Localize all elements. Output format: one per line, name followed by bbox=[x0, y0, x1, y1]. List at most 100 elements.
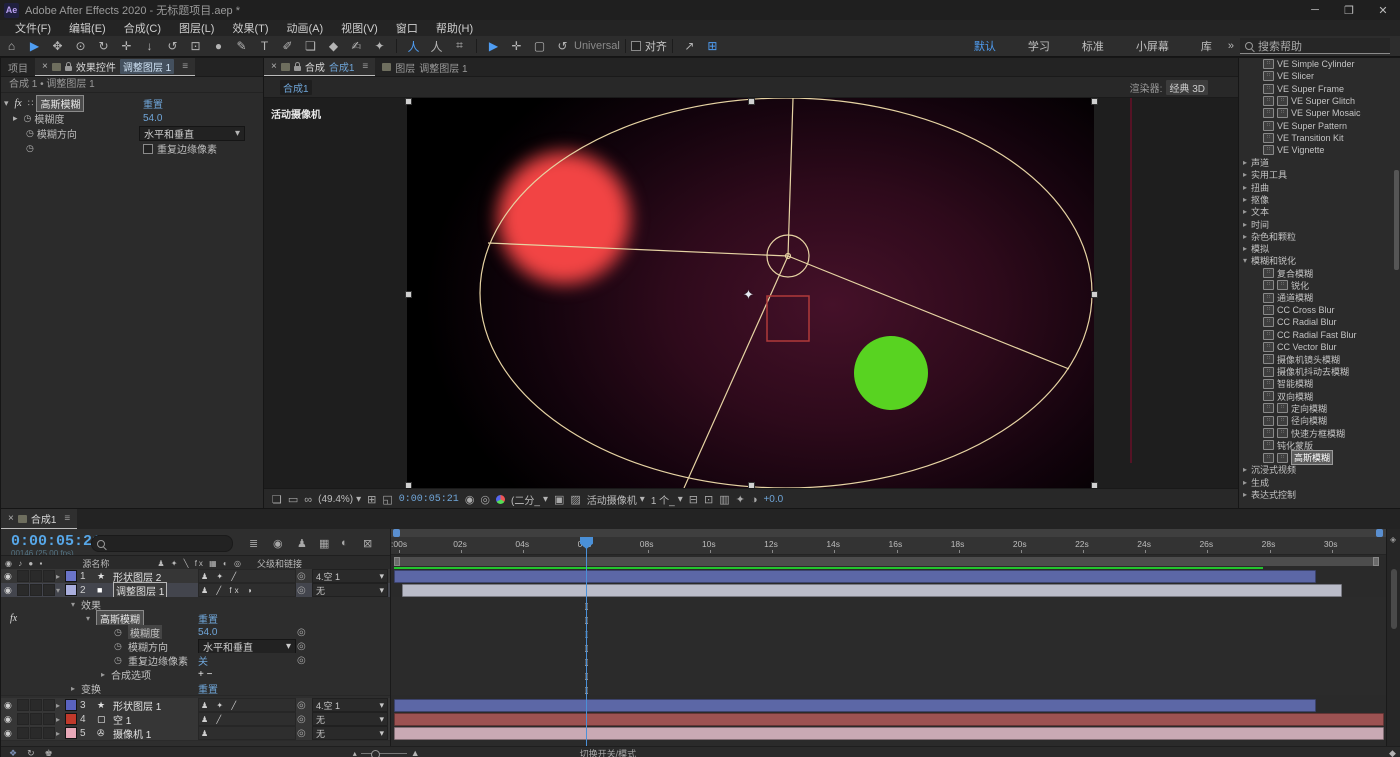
expand-chevron-icon[interactable]: ▸ bbox=[56, 572, 60, 581]
effects-panel-scrollbar[interactable] bbox=[1394, 170, 1399, 270]
parent-dropdown[interactable]: 无▾ bbox=[312, 726, 388, 740]
effects-list-item[interactable]: 高斯模糊 bbox=[1239, 452, 1400, 464]
world-axis-mode-icon[interactable]: 人 bbox=[425, 38, 448, 55]
lock-icon[interactable] bbox=[65, 66, 72, 71]
layer-row-4[interactable]: ◉ ▸ 4 ▢ 空 1 ♟ ╱ ◎ 无▾ bbox=[1, 712, 390, 727]
effects-list-item[interactable]: 通道模糊 bbox=[1239, 292, 1400, 304]
expand-chevron-icon[interactable]: ▸ bbox=[56, 701, 60, 710]
timeline-vertical-scrollbar[interactable] bbox=[1391, 569, 1397, 629]
layer-name[interactable]: 摄像机 1 bbox=[113, 726, 151, 741]
graph-editor-icon[interactable]: ⊠ bbox=[363, 537, 372, 550]
reset-link[interactable]: 重置 bbox=[143, 96, 163, 111]
eye-icon[interactable]: ◉ bbox=[4, 700, 12, 711]
shy-layers-icon[interactable]: ♟ bbox=[297, 537, 307, 550]
gaussian-blur-effect-row[interactable]: fx ▾ 高斯模糊 重置 bbox=[1, 611, 390, 626]
layer-switches[interactable]: ♟ bbox=[198, 726, 296, 740]
work-area-start-handle[interactable] bbox=[394, 557, 400, 566]
workspace-standard[interactable]: 标准 bbox=[1066, 38, 1120, 54]
tab-composition[interactable]: × 合成 合成1 ≡ bbox=[264, 58, 375, 76]
effects-list-item[interactable]: 径向模糊 bbox=[1239, 415, 1400, 427]
eye-icon[interactable]: ◉ bbox=[4, 585, 12, 596]
channels-icon[interactable] bbox=[496, 495, 505, 504]
effects-list-item[interactable]: 智能模糊 bbox=[1239, 378, 1400, 390]
blur-direction-dropdown[interactable]: 水平和垂直▾ bbox=[198, 639, 296, 654]
view-axis-mode-icon[interactable]: ⌗ bbox=[448, 38, 471, 55]
effects-list-item[interactable]: VE Slicer bbox=[1239, 70, 1400, 82]
effects-list-item[interactable]: CC Cross Blur bbox=[1239, 304, 1400, 316]
parent-pickwhip-icon[interactable]: ◎ bbox=[297, 728, 306, 739]
layer-bar-4[interactable] bbox=[394, 713, 1384, 726]
expand-chevron-icon[interactable]: ▸ bbox=[13, 113, 18, 124]
layer-row-2[interactable]: ◉ ▾ 2 ■ 调整图层 1 ♟ ╱ fx ◑ ◎ 无▾ bbox=[1, 583, 390, 598]
effects-list-item[interactable]: 沉浸式视频 bbox=[1239, 464, 1400, 476]
view-layout-dropdown[interactable]: 1 个_▾ bbox=[651, 492, 683, 507]
draft-3d-icon[interactable]: ◉ bbox=[273, 537, 283, 550]
monitor-icon[interactable]: ▭ bbox=[288, 493, 298, 506]
expand-chevron-icon[interactable] bbox=[1243, 244, 1251, 253]
eraser-tool-icon[interactable]: ◆ bbox=[322, 39, 345, 53]
glasses-icon[interactable]: ∞ bbox=[304, 494, 312, 506]
source-name-column[interactable]: 源名称 bbox=[82, 557, 109, 570]
layer-color-swatch[interactable] bbox=[65, 584, 77, 596]
camera-view-dropdown[interactable]: 活动摄像机▾ bbox=[587, 492, 645, 507]
effects-list-item[interactable]: 双向模糊 bbox=[1239, 390, 1400, 402]
mask-visibility-icon[interactable]: ◱ bbox=[382, 493, 392, 506]
layer-bar-5[interactable] bbox=[394, 727, 1384, 740]
layer-row-1[interactable]: ◉ ▸ 1 ★ 形状图层 2 ♟ ✦ ╱ ◎ 4.空 1▾ bbox=[1, 569, 390, 584]
layer-handle[interactable] bbox=[1091, 482, 1098, 488]
effects-group-row[interactable]: ▾ 效果 bbox=[1, 597, 390, 612]
eye-icon[interactable]: ◉ bbox=[4, 571, 12, 582]
renderer-value-button[interactable]: 经典 3D bbox=[1166, 80, 1208, 95]
zoom-slider-knob[interactable] bbox=[371, 750, 380, 757]
blur-direction-property-row[interactable]: ◷ 模糊方向 水平和垂直▾ ◎ bbox=[1, 639, 390, 654]
histogram-icon[interactable]: ▥ bbox=[719, 493, 729, 506]
effects-list-item[interactable]: 快速方框模糊 bbox=[1239, 427, 1400, 439]
repeat-edge-property-row[interactable]: ◷ 重复边缘像素 关 ◎ bbox=[1, 653, 390, 668]
parent-link-column[interactable]: 父级和链接 bbox=[257, 557, 302, 570]
stopwatch-icon[interactable]: ◷ bbox=[26, 143, 34, 154]
brainstorm-icon[interactable]: ♚ bbox=[45, 748, 53, 757]
motion-blur-icon[interactable]: ◐ bbox=[341, 537, 348, 549]
effect-name[interactable]: 高斯模糊 bbox=[36, 95, 84, 112]
layer-handle[interactable] bbox=[1091, 98, 1098, 105]
resolution-dropdown[interactable]: (二分_▾ bbox=[511, 492, 548, 507]
menu-animation[interactable]: 动画(A) bbox=[278, 20, 333, 36]
layer-color-swatch[interactable] bbox=[65, 570, 77, 582]
expand-chevron-icon[interactable] bbox=[1243, 490, 1251, 499]
effects-list-item[interactable]: VE Transition Kit bbox=[1239, 132, 1400, 144]
effects-list-item[interactable]: 实用工具 bbox=[1239, 169, 1400, 181]
parent-dropdown[interactable]: 4.空 1▾ bbox=[312, 698, 388, 712]
tab-timeline-comp[interactable]: × 合成1 ≡ bbox=[1, 509, 77, 529]
pan-camera-tool-icon[interactable]: ✛ bbox=[115, 39, 138, 53]
layers-panel-icon[interactable]: ❏ bbox=[272, 493, 282, 506]
add-remove-buttons[interactable]: + − bbox=[198, 669, 212, 680]
workspace-learn[interactable]: 学习 bbox=[1012, 38, 1066, 54]
parent-pickwhip-icon[interactable]: ◎ bbox=[297, 700, 306, 711]
close-tab-icon[interactable]: × bbox=[271, 61, 277, 72]
layer-name[interactable]: 形状图层 1 bbox=[113, 698, 161, 713]
effects-list-item[interactable]: CC Vector Blur bbox=[1239, 341, 1400, 353]
expand-chevron-icon[interactable] bbox=[1243, 478, 1251, 487]
expand-chevron-icon[interactable] bbox=[1243, 195, 1251, 204]
layer-bar-3[interactable] bbox=[394, 699, 1316, 712]
composition-mini-flowchart-icon[interactable]: ≣ bbox=[249, 537, 258, 550]
exposure-reset-icon[interactable]: ◑ bbox=[751, 494, 758, 506]
stopwatch-icon[interactable]: ◷ bbox=[114, 641, 122, 652]
effects-list-item[interactable]: 模拟 bbox=[1239, 242, 1400, 254]
expand-chevron-icon[interactable] bbox=[1243, 158, 1251, 167]
expand-chevron-icon[interactable] bbox=[1243, 170, 1251, 179]
work-area-end-handle[interactable] bbox=[1373, 557, 1379, 566]
layer-row-5[interactable]: ◉ ▸ 5 ✇ 摄像机 1 ♟ ◎ 无▾ bbox=[1, 726, 390, 741]
pen-tool-icon[interactable]: ✎ bbox=[230, 39, 253, 53]
tab-layer-viewer[interactable]: 图层 调整图层 1 bbox=[375, 58, 474, 76]
layer-handle[interactable] bbox=[1091, 291, 1098, 298]
collapse-chevron-icon[interactable]: ▾ bbox=[71, 600, 75, 609]
effects-list-item[interactable]: 表达式控制 bbox=[1239, 488, 1400, 500]
comp-breadcrumb-chip[interactable]: 合成1 bbox=[280, 80, 312, 95]
time-navigator[interactable] bbox=[391, 529, 1386, 537]
layer-switches[interactable]: ♟ ╱ fx ◑ bbox=[198, 583, 296, 597]
fx-badge-icon[interactable]: fx bbox=[15, 98, 22, 109]
track-xy-camera-icon[interactable]: ✛ bbox=[505, 39, 528, 53]
lock-icon[interactable] bbox=[294, 66, 301, 71]
layer-bar-2[interactable] bbox=[402, 584, 1342, 597]
